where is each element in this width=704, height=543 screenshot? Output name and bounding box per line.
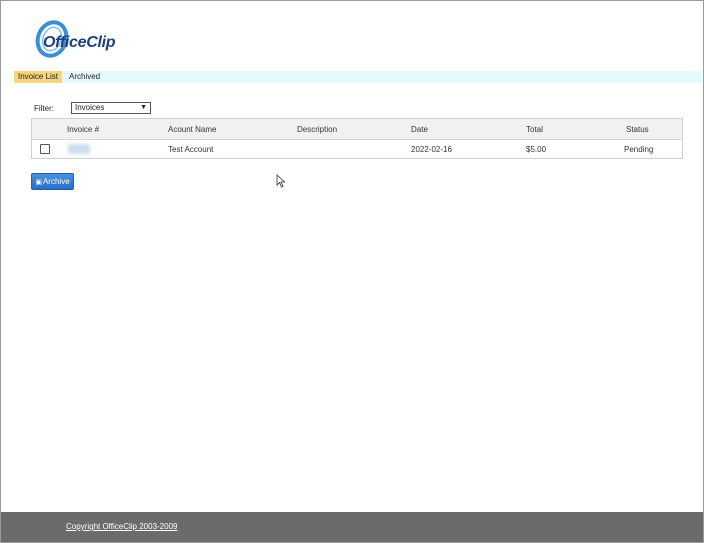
account-name-cell: Test Account (168, 145, 214, 154)
header-total[interactable]: Total (526, 125, 543, 134)
date-cell: 2022-02-16 (411, 145, 452, 154)
filter-label: Filter: (34, 104, 54, 113)
archive-button-label: Archive (42, 177, 70, 186)
invoice-table: Invoice # Acount Name Description Date T… (31, 118, 683, 159)
brand-name: OfficeClip (43, 34, 116, 51)
filter-selected-value: Invoices (75, 103, 105, 112)
tab-invoice-list[interactable]: Invoice List (14, 71, 63, 83)
chevron-down-icon: ▼ (140, 104, 147, 111)
row-checkbox[interactable] (40, 144, 50, 154)
header-account-name[interactable]: Acount Name (168, 125, 216, 134)
header-invoice-number[interactable]: Invoice # (67, 125, 99, 134)
tab-bar: Invoice List Archived (14, 71, 702, 83)
tab-archived[interactable]: Archived (65, 71, 104, 83)
mouse-cursor-icon (276, 174, 286, 188)
footer: Copyright OfficeClip 2003-2009 (1, 512, 703, 542)
status-cell: Pending (624, 145, 654, 154)
header-date[interactable]: Date (411, 125, 428, 134)
window-frame: OfficeClip Invoice List Archived Filter:… (0, 0, 704, 543)
archive-button[interactable]: ▣Archive (31, 173, 74, 190)
copyright-link[interactable]: Copyright OfficeClip 2003-2009 (66, 522, 177, 531)
total-cell: $5.00 (526, 145, 547, 154)
invoice-number-link[interactable] (68, 144, 90, 154)
header-status[interactable]: Status (626, 125, 649, 134)
archive-icon: ▣ (35, 179, 42, 186)
table-header: Invoice # Acount Name Description Date T… (32, 119, 682, 140)
header-description[interactable]: Description (297, 125, 337, 134)
filter-select[interactable]: Invoices ▼ (71, 102, 151, 114)
officeclip-logo: OfficeClip (35, 19, 155, 59)
